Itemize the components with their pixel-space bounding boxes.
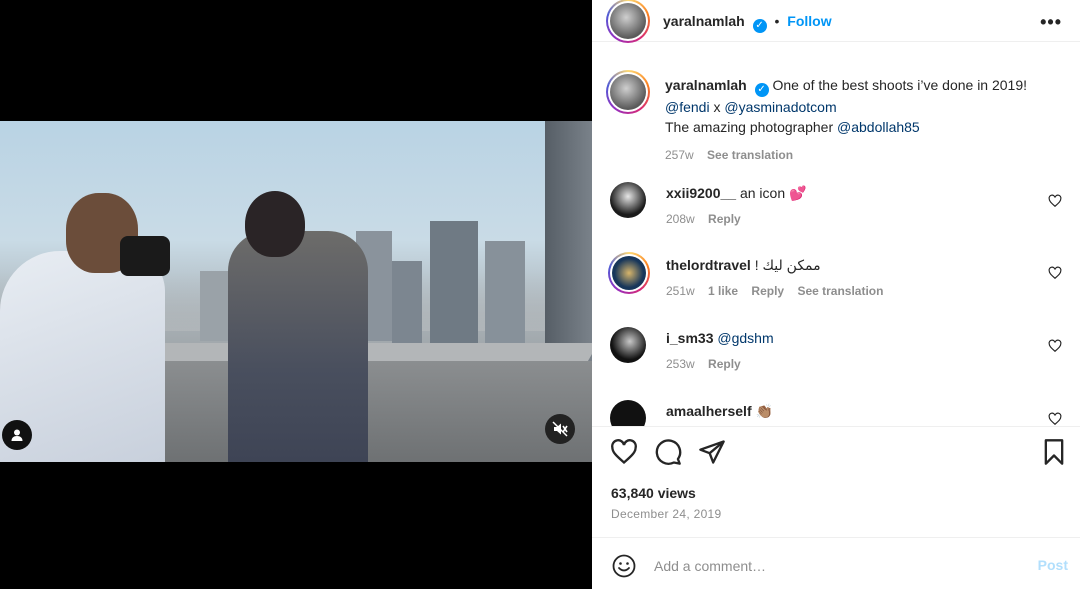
comment-username[interactable]: amaalherself: [666, 403, 752, 419]
comment-time[interactable]: 208w: [666, 212, 695, 226]
user-tag-icon: [11, 429, 23, 441]
post-button[interactable]: Post: [1038, 557, 1068, 573]
comment-body: i_sm33 @gdshm: [666, 329, 1036, 347]
comment-text: 👏🏽: [755, 403, 773, 419]
comment-item: amaalherself 👏🏽: [610, 400, 1070, 426]
post-header: yaralnamlah ✓ • Follow •••: [592, 0, 1080, 43]
comment-likes[interactable]: 1 like: [708, 284, 738, 298]
comment-heart-icon[interactable]: [1048, 266, 1062, 280]
caption-username[interactable]: yaralnamlah: [665, 77, 747, 93]
comment-icon[interactable]: [654, 438, 682, 466]
caption-avatar-image: [610, 74, 646, 110]
reply-button[interactable]: Reply: [708, 357, 741, 371]
comment-username[interactable]: xxii9200__: [666, 185, 736, 201]
comment-time[interactable]: 251w: [666, 284, 695, 298]
video-building: [392, 261, 422, 351]
caption-line-2: The amazing photographer: [665, 119, 837, 135]
comment-clip: amaalherself 👏🏽: [592, 396, 1080, 426]
share-icon[interactable]: [698, 438, 726, 466]
comment-text: an icon 💕: [739, 185, 807, 201]
heart-icon[interactable]: [610, 438, 638, 466]
verified-icon: ✓: [754, 83, 769, 97]
post-video[interactable]: [0, 121, 592, 462]
video-camera: [120, 236, 170, 276]
see-translation-link[interactable]: See translation: [797, 284, 883, 298]
mention-yasmina[interactable]: @yasminadotcom: [724, 99, 836, 115]
caption-meta: 257w See translation: [665, 145, 1065, 165]
author-avatar-image: [610, 3, 646, 39]
emoji-icon[interactable]: [612, 554, 636, 578]
comment-avatar[interactable]: [610, 327, 646, 363]
comment-avatar-image: [612, 256, 646, 290]
comment-heart-icon[interactable]: [1048, 412, 1062, 426]
see-translation-link[interactable]: See translation: [707, 148, 793, 162]
comment-mention[interactable]: @gdshm: [717, 330, 773, 346]
user-tag-button[interactable]: [2, 420, 32, 450]
comment-heart-icon[interactable]: [1048, 339, 1062, 353]
verified-icon: ✓: [752, 19, 767, 33]
reply-button[interactable]: Reply: [751, 284, 784, 298]
post-details-panel: yaralnamlah ✓ • Follow ••• yaralnamlah ✓…: [592, 0, 1080, 589]
video-model-head: [245, 191, 305, 257]
author-username[interactable]: yaralnamlah: [663, 13, 745, 29]
comment-body: amaalherself 👏🏽: [666, 402, 1036, 420]
caption-line-1: One of the best shoots i’ve done in 2019…: [772, 77, 1028, 93]
view-count[interactable]: 63,840 views: [611, 485, 696, 501]
post-date[interactable]: December 24, 2019: [611, 507, 722, 521]
post-actions: [610, 438, 1070, 468]
video-building: [430, 221, 478, 351]
caption-author-avatar[interactable]: [606, 70, 650, 114]
comment-meta: 208w Reply: [666, 212, 751, 226]
comment-meta: 251w 1 like Reply See translation: [666, 284, 893, 298]
comment-heart-icon[interactable]: [1048, 194, 1062, 208]
comment-avatar[interactable]: [610, 182, 646, 218]
comment-composer: Post: [592, 538, 1080, 589]
comment-input[interactable]: [654, 555, 994, 577]
comment-avatar[interactable]: [610, 400, 646, 426]
comment-body: xxii9200__ an icon 💕: [666, 184, 1036, 202]
comment-text: ممكن ليك !: [754, 257, 821, 273]
author-avatar[interactable]: [606, 0, 650, 43]
comment-username[interactable]: i_sm33: [666, 330, 713, 346]
media-panel: [0, 0, 592, 589]
mute-icon: [552, 421, 568, 437]
divider: [592, 426, 1080, 427]
mute-button[interactable]: [545, 414, 575, 444]
video-model-figure: [228, 231, 368, 462]
comment-avatar[interactable]: [608, 252, 650, 294]
caption-avatar-frame: [608, 72, 648, 112]
mention-photographer[interactable]: @abdollah85: [837, 119, 920, 135]
caption-text: yaralnamlah ✓ One of the best shoots i’v…: [665, 75, 1065, 165]
author-avatar-frame: [608, 1, 648, 41]
separator-dot: •: [774, 13, 780, 29]
more-icon[interactable]: •••: [1040, 12, 1062, 33]
comment-time[interactable]: 253w: [666, 357, 695, 371]
instagram-post-view: yaralnamlah ✓ • Follow ••• yaralnamlah ✓…: [0, 0, 1080, 589]
follow-button[interactable]: Follow: [787, 13, 831, 29]
caption-separator: x: [709, 99, 725, 115]
comment-meta: 253w Reply: [666, 357, 751, 371]
comment-body: thelordtravel ممكن ليك !: [666, 256, 1036, 274]
comment-avatar-frame: [610, 254, 648, 292]
comment-item: i_sm33 @gdshm 253w Reply: [610, 327, 1070, 387]
comment-item: thelordtravel ممكن ليك ! 251w 1 like Rep…: [608, 252, 1070, 314]
comment-username[interactable]: thelordtravel: [666, 257, 751, 273]
author-line: yaralnamlah ✓ • Follow: [663, 13, 832, 33]
video-building: [545, 121, 592, 361]
mention-fendi[interactable]: @fendi: [665, 99, 710, 115]
caption-time[interactable]: 257w: [665, 148, 694, 162]
comment-item: xxii9200__ an icon 💕 208w Reply: [610, 182, 1070, 242]
bookmark-icon[interactable]: [1040, 438, 1068, 466]
reply-button[interactable]: Reply: [708, 212, 741, 226]
video-building: [485, 241, 525, 351]
